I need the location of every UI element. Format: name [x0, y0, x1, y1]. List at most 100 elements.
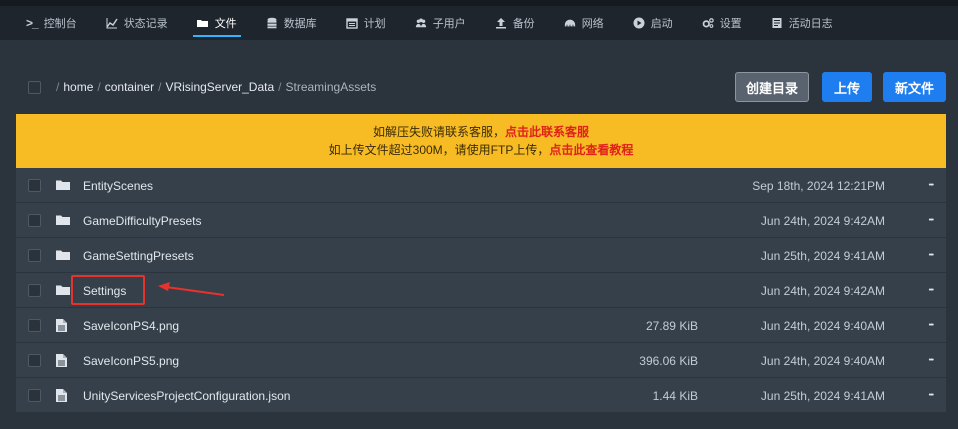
- nav-tab-label: 备份: [512, 18, 535, 30]
- folder-icon: [56, 179, 70, 192]
- file-name[interactable]: UnityServicesProjectConfiguration.json: [83, 389, 290, 403]
- nav-tab-label: 状态记录: [123, 18, 168, 30]
- file-name[interactable]: GameSettingPresets: [83, 249, 194, 263]
- breadcrumb-segment-vrising[interactable]: VRisingServer_Data: [165, 80, 274, 94]
- database-icon: [266, 17, 278, 29]
- folder-icon: [56, 214, 70, 227]
- users-icon: [415, 17, 427, 29]
- file-size: 1.44 KiB: [652, 389, 698, 403]
- notice-line-1: 如解压失败请联系客服，点击此联系客服: [16, 123, 946, 141]
- more-options-icon[interactable]: •••: [929, 322, 934, 329]
- more-options-icon[interactable]: •••: [929, 392, 934, 399]
- network-icon: [564, 17, 576, 29]
- upload-notice-banner: 如解压失败请联系客服，点击此联系客服 如上传文件超过300M，请使用FTP上传，…: [16, 114, 946, 168]
- breadcrumb-separator: /: [97, 80, 101, 94]
- nav-tab-label: 设置: [719, 18, 742, 30]
- new-file-button[interactable]: 新文件: [883, 72, 946, 102]
- nav-tab-2[interactable]: 文件: [192, 6, 241, 40]
- file-size: 27.89 KiB: [645, 319, 698, 333]
- nav-tab-0[interactable]: >_ 控制台: [26, 6, 77, 40]
- notice-line-2-text: 如上传文件超过300M，请使用FTP上传，: [328, 143, 550, 157]
- file-size: 396.06 KiB: [639, 354, 698, 368]
- nav-tab-6[interactable]: 备份: [495, 6, 535, 40]
- file-modified-date: Jun 24th, 2024 9:40AM: [760, 354, 885, 368]
- breadcrumb-separator: /: [278, 80, 282, 94]
- nav-tab-5[interactable]: 子用户: [415, 6, 466, 40]
- play-circle-icon: [633, 17, 645, 29]
- annotation-highlight-box: [71, 275, 145, 305]
- nav-tab-label: 文件: [214, 18, 237, 30]
- breadcrumb-root-separator: /: [56, 80, 60, 94]
- create-directory-button[interactable]: 创建目录: [735, 72, 809, 102]
- breadcrumb-segment-container[interactable]: container: [105, 80, 154, 94]
- file-row[interactable]: SaveIconPS4.png 27.89 KiB Jun 24th, 2024 9…: [16, 308, 946, 343]
- nav-tab-7[interactable]: 网络: [564, 6, 604, 40]
- file-row[interactable]: GameSettingPresets Jun 25th, 2024 9:41AM •…: [16, 238, 946, 273]
- file-name[interactable]: EntityScenes: [83, 179, 153, 193]
- breadcrumb-segment-current: StreamingAssets: [285, 80, 377, 94]
- file-row[interactable]: Settings Jun 24th, 2024 9:42AM •••: [16, 273, 946, 308]
- nav-tab-1[interactable]: 状态记录: [106, 6, 168, 40]
- nav-tab-label: 控制台: [43, 18, 77, 30]
- file-modified-date: Sep 18th, 2024 12:21PM: [752, 179, 885, 193]
- file-list: EntityScenes Sep 18th, 2024 12:21PM ••• Gam…: [16, 168, 946, 413]
- file-icon: [56, 319, 70, 332]
- gears-icon: [702, 17, 714, 29]
- nav-tab-label: 活动日志: [788, 18, 833, 30]
- file-name[interactable]: SaveIconPS5.png: [83, 354, 179, 368]
- chart-line-icon: [106, 17, 118, 29]
- folder-icon: [56, 284, 70, 297]
- nav-tab-9[interactable]: 设置: [702, 6, 742, 40]
- folder-open-icon: [196, 17, 209, 29]
- file-name[interactable]: SaveIconPS4.png: [83, 319, 179, 333]
- file-modified-date: Jun 24th, 2024 9:40AM: [760, 319, 885, 333]
- file-row[interactable]: GameDifficultyPresets Jun 24th, 2024 9:42…: [16, 203, 946, 238]
- file-row[interactable]: UnityServicesProjectConfiguration.json 1.…: [16, 378, 946, 413]
- notice-line-1-text: 如解压失败请联系客服，: [372, 125, 505, 139]
- file-toolbar: / home / container / VRisingServer_Data …: [16, 70, 948, 104]
- file-modified-date: Jun 24th, 2024 9:42AM: [760, 214, 885, 228]
- more-options-icon[interactable]: •••: [929, 182, 934, 189]
- row-checkbox[interactable]: [28, 319, 41, 332]
- nav-tab-label: 启动: [650, 18, 673, 30]
- row-checkbox[interactable]: [28, 249, 41, 262]
- file-icon: [56, 389, 70, 402]
- file-row[interactable]: EntityScenes Sep 18th, 2024 12:21PM •••: [16, 168, 946, 203]
- terminal-icon: >_: [26, 16, 39, 30]
- file-name[interactable]: GameDifficultyPresets: [83, 214, 201, 228]
- breadcrumb-segment-home[interactable]: home: [63, 80, 93, 94]
- breadcrumb: / home / container / VRisingServer_Data …: [46, 80, 376, 94]
- select-all-checkbox[interactable]: [28, 81, 41, 94]
- nav-tab-3[interactable]: 数据库: [266, 6, 317, 40]
- upload-icon: [495, 17, 507, 29]
- nav-tab-10[interactable]: 活动日志: [771, 6, 833, 40]
- log-icon: [771, 17, 783, 29]
- annotation-arrow-icon: [158, 281, 228, 301]
- file-modified-date: Jun 24th, 2024 9:42AM: [760, 284, 885, 298]
- more-options-icon[interactable]: •••: [929, 252, 934, 259]
- calendar-icon: [345, 17, 358, 29]
- nav-tab-label: 数据库: [283, 18, 317, 30]
- nav-tab-label: 网络: [581, 18, 604, 30]
- nav-tab-4[interactable]: 计划: [345, 6, 386, 40]
- row-checkbox[interactable]: [28, 214, 41, 227]
- nav-tab-label: 子用户: [432, 18, 466, 30]
- contact-support-link[interactable]: 点击此联系客服: [505, 125, 589, 139]
- nav-tab-8[interactable]: 启动: [633, 6, 673, 40]
- row-checkbox[interactable]: [28, 389, 41, 402]
- more-options-icon[interactable]: •••: [929, 357, 934, 364]
- row-checkbox[interactable]: [28, 284, 41, 297]
- row-checkbox[interactable]: [28, 354, 41, 367]
- notice-line-2: 如上传文件超过300M，请使用FTP上传，点击此查看教程: [16, 141, 946, 159]
- more-options-icon[interactable]: •••: [929, 217, 934, 224]
- folder-icon: [56, 249, 70, 262]
- top-nav-bar: >_ 控制台 状态记录 文件 数据库 计划 子用户 备份 网络 启动 设置 活动日志: [0, 6, 958, 40]
- file-icon: [56, 354, 70, 367]
- upload-button[interactable]: 上传: [822, 72, 872, 102]
- row-checkbox[interactable]: [28, 179, 41, 192]
- file-row[interactable]: SaveIconPS5.png 396.06 KiB Jun 24th, 2024 …: [16, 343, 946, 378]
- breadcrumb-separator: /: [158, 80, 162, 94]
- ftp-tutorial-link[interactable]: 点击此查看教程: [549, 143, 633, 157]
- file-modified-date: Jun 25th, 2024 9:41AM: [760, 389, 885, 403]
- more-options-icon[interactable]: •••: [929, 287, 934, 294]
